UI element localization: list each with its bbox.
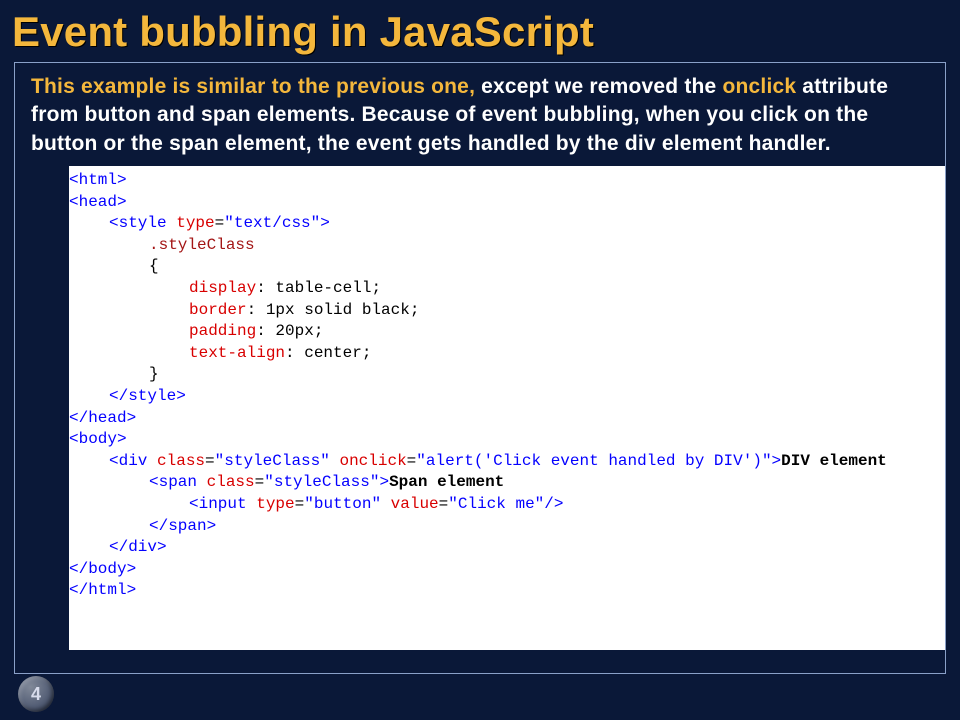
code-token: : 1px solid black; (247, 301, 420, 319)
code-token: </style> (109, 387, 186, 405)
desc-part2: except we removed the (481, 75, 722, 98)
code-token: onclick (330, 452, 407, 470)
code-token: "styleClass" (264, 473, 379, 491)
code-token: display (189, 279, 256, 297)
code-token: <style (109, 214, 176, 232)
code-token: <div (109, 452, 157, 470)
code-token: class (157, 452, 205, 470)
description-text: This example is similar to the previous … (15, 63, 945, 166)
code-token: </head> (69, 409, 136, 427)
code-token: .styleClass (149, 236, 255, 254)
code-token: = (205, 452, 215, 470)
code-token: : center; (285, 344, 371, 362)
desc-highlight-1: This example is similar to the previous … (31, 75, 481, 98)
code-token: <head> (69, 193, 127, 211)
code-block: <html> <head> <style type="text/css"> .s… (69, 166, 945, 650)
code-token: class (207, 473, 255, 491)
slide: Event bubbling in JavaScript This exampl… (0, 0, 960, 720)
code-token: </div> (109, 538, 167, 556)
code-token: : table-cell; (256, 279, 381, 297)
code-token: "Click me" (448, 495, 544, 513)
code-token: = (255, 473, 265, 491)
code-token: <body> (69, 430, 127, 448)
code-token: = (215, 214, 225, 232)
code-token: } (149, 365, 159, 383)
code-token: border (189, 301, 247, 319)
code-token: > (320, 214, 330, 232)
code-token: DIV element (781, 452, 896, 470)
code-token: </html> (69, 581, 136, 599)
code-token: /> (544, 495, 563, 513)
code-token: { (149, 257, 159, 275)
code-token: "text/css" (224, 214, 320, 232)
code-token: > (379, 473, 389, 491)
code-token: value (381, 495, 439, 513)
code-token: </body> (69, 560, 136, 578)
code-token: = (295, 495, 305, 513)
code-token: <input (189, 495, 256, 513)
content-panel: This example is similar to the previous … (14, 62, 946, 674)
code-token: type (256, 495, 294, 513)
code-token: "button" (304, 495, 381, 513)
code-token: <span (149, 473, 207, 491)
code-token: : 20px; (256, 322, 323, 340)
desc-highlight-2: onclick (722, 75, 796, 98)
code-token: > (772, 452, 782, 470)
code-token: = (439, 495, 449, 513)
code-token: "styleClass" (215, 452, 330, 470)
code-token: text-align (189, 344, 285, 362)
code-token: </span> (149, 517, 216, 535)
code-token: = (407, 452, 417, 470)
page-number: 4 (31, 684, 41, 705)
code-token: <html> (69, 171, 127, 189)
page-number-badge: 4 (18, 676, 54, 712)
code-token: Span element (389, 473, 504, 491)
code-token: "alert('Click event handled by DIV')" (416, 452, 771, 470)
slide-title: Event bubbling in JavaScript (0, 0, 960, 62)
code-token: padding (189, 322, 256, 340)
code-token: type (176, 214, 214, 232)
